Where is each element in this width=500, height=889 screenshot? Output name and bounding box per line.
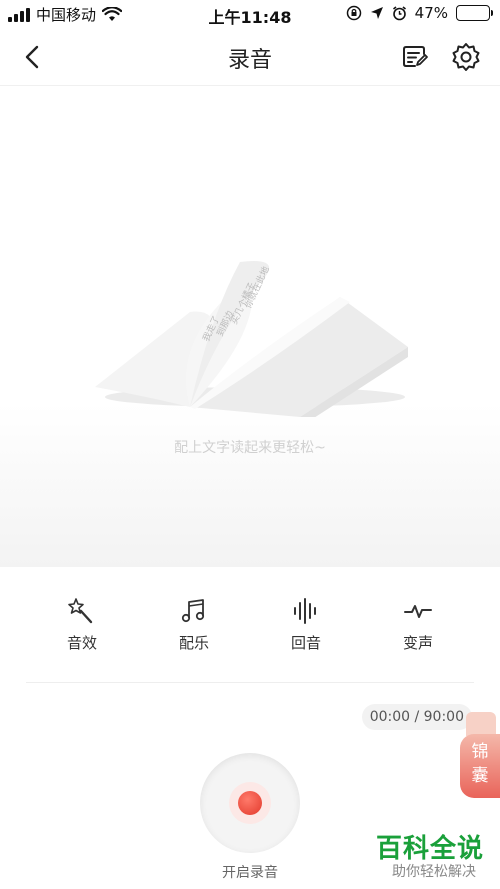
soundwave-icon — [294, 598, 316, 624]
gear-icon[interactable] — [450, 41, 482, 73]
watermark-subtitle: 助你轻松解决 — [392, 864, 476, 880]
open-book-illustration: 我走了 到那边 买几个橘子 你就在此地 — [95, 261, 408, 417]
tool-sound-effect[interactable]: 音效 — [26, 590, 138, 660]
status-right: 47% — [346, 4, 493, 22]
battery-percent: 47% — [414, 4, 448, 22]
tool-voice-change[interactable]: 变声 — [362, 590, 474, 660]
rotation-lock-icon — [346, 5, 361, 21]
nav-bar: 录音 — [0, 28, 500, 86]
tool-label: 配乐 — [178, 634, 209, 652]
pulse-icon — [404, 605, 432, 618]
music-note-icon — [181, 599, 205, 623]
tab-cap — [466, 712, 496, 736]
record-dot-icon — [238, 791, 262, 815]
effects-toolbar: 音效 配乐 回音 变声 — [0, 590, 500, 660]
record-button[interactable] — [200, 753, 300, 853]
tips-side-tab[interactable]: 锦 囊 — [460, 712, 500, 800]
record-label: 开启录音 — [222, 865, 278, 881]
tool-echo[interactable]: 回音 — [250, 590, 362, 660]
tool-label: 音效 — [66, 634, 97, 652]
tool-label: 回音 — [290, 634, 321, 652]
text-edit-icon[interactable] — [400, 42, 430, 72]
tab-text-line-2: 囊 — [471, 766, 489, 786]
tab-text-line-1: 锦 — [471, 742, 489, 762]
alarm-icon — [392, 5, 406, 20]
location-icon — [370, 7, 383, 19]
preview-hint: 配上文字读起来更轻松~ — [174, 440, 326, 456]
record-timer: 00:00 / 90:00 — [361, 704, 472, 730]
watermark-title: 百科全说 — [375, 834, 484, 864]
tab-text: 锦 囊 — [460, 740, 500, 788]
record-button-ring — [229, 782, 271, 824]
tool-label: 变声 — [402, 634, 433, 652]
text-preview-area[interactable]: 我走了 到那边 买几个橘子 你就在此地 配上文字读起来更轻松~ — [0, 87, 500, 567]
tool-background-music[interactable]: 配乐 — [138, 590, 250, 660]
magic-wand-icon — [68, 598, 93, 624]
battery-icon — [456, 5, 493, 21]
status-bar: 中国移动 上午11:48 47% — [0, 0, 500, 28]
divider — [26, 682, 474, 683]
